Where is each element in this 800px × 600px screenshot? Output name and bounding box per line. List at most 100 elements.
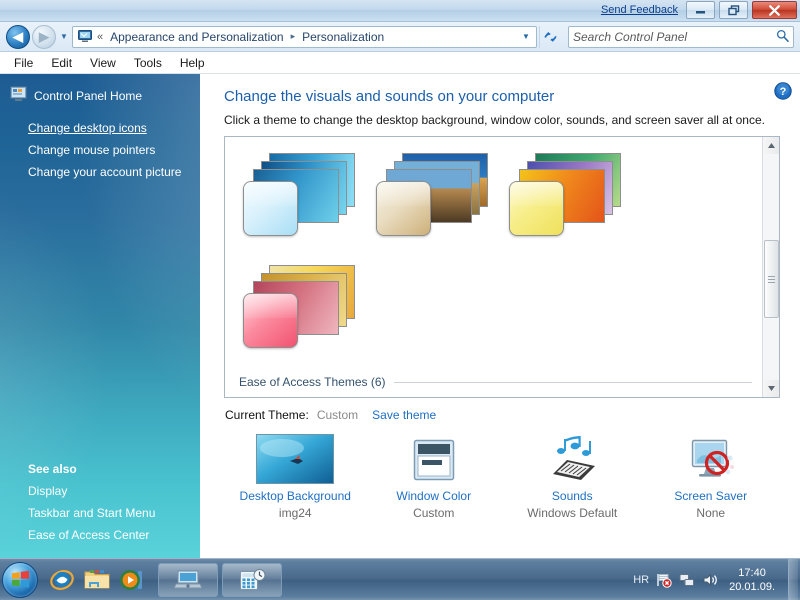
theme-list-panel: Ease of Access Themes (6) (224, 136, 780, 398)
theme-thumbnail (243, 151, 355, 239)
task-calculator[interactable] (222, 562, 282, 597)
desktop-background-icon (226, 432, 365, 484)
show-desktop-button[interactable] (788, 559, 798, 600)
setting-value: None (696, 506, 726, 520)
theme-item-ocean[interactable] (231, 143, 364, 255)
breadcrumb-separator-icon: ▸ (290, 31, 296, 41)
menu-item-tools[interactable]: Tools (126, 54, 170, 72)
title-bar: Send Feedback (0, 0, 800, 22)
start-button[interactable] (2, 561, 38, 598)
scroll-down-button[interactable] (763, 380, 779, 397)
setting-window-color[interactable]: Window Color Custom (365, 432, 504, 520)
theme-thumbnail (376, 151, 488, 239)
system-tray: HR 17:40 20.01.09. (633, 559, 800, 600)
scrollbar-track[interactable] (763, 154, 779, 380)
action-center-flag-icon[interactable] (656, 572, 672, 588)
help-icon[interactable]: ? (774, 82, 792, 100)
theme-window-preview (376, 181, 431, 236)
media-player-icon[interactable] (116, 564, 148, 596)
breadcrumb-appearance-and-personalization[interactable]: Appearance and Personalization (107, 29, 286, 45)
clock[interactable]: 17:40 20.01.09. (725, 566, 779, 594)
scrollbar-thumb[interactable] (764, 240, 779, 318)
setting-label[interactable]: Window Color (365, 489, 504, 503)
windows-explorer-icon[interactable] (81, 564, 113, 596)
theme-item-nature[interactable] (231, 255, 364, 367)
theme-thumbnail (509, 151, 621, 239)
menu-item-edit[interactable]: Edit (43, 54, 80, 72)
sounds-icon (503, 432, 642, 484)
search-input[interactable] (573, 29, 776, 44)
control-panel-window: Send Feedback ◀ ▶ ▼ « Appearance and Per… (0, 0, 800, 558)
control-panel-monitor-icon (77, 30, 93, 44)
task-buttons (158, 562, 282, 597)
restore-button[interactable] (719, 1, 748, 19)
forward-button[interactable]: ▶ (32, 24, 56, 49)
theme-item-landscapes[interactable] (364, 143, 497, 255)
navigation-bar: ◀ ▶ ▼ « Appearance and Personalization ▸… (0, 22, 800, 52)
menu-item-file[interactable]: File (6, 54, 41, 72)
screen-saver-icon (642, 432, 781, 484)
clock-time: 17:40 (738, 566, 766, 579)
chevron-down-icon[interactable]: ▼ (518, 32, 534, 41)
scroll-up-button[interactable] (763, 137, 779, 154)
menu-item-help[interactable]: Help (172, 54, 213, 72)
setting-sounds[interactable]: Sounds Windows Default (503, 432, 642, 520)
search-box[interactable] (568, 25, 794, 48)
taskbar: HR 17:40 20.01.09. (0, 558, 800, 600)
setting-label[interactable]: Desktop Background (226, 489, 365, 503)
svg-text:?: ? (780, 86, 787, 98)
theme-window-preview (243, 181, 298, 236)
see-also-item-ease-of-access-center[interactable]: Ease of Access Center (0, 524, 200, 546)
see-also-item-taskbar-and-start-menu[interactable]: Taskbar and Start Menu (0, 502, 200, 524)
sidebar-item-control-panel-home[interactable]: Control Panel Home (0, 86, 200, 105)
back-button[interactable]: ◀ (6, 24, 30, 49)
theme-grid (231, 143, 758, 367)
divider (393, 381, 752, 383)
scrollbar-grip-icon (768, 274, 775, 285)
refresh-button[interactable] (539, 25, 561, 48)
internet-explorer-icon[interactable] (46, 564, 78, 596)
address-bar[interactable]: « Appearance and Personalization ▸ Perso… (72, 25, 537, 48)
current-theme-row: Current Theme: Custom Save theme (224, 408, 780, 422)
page-subtitle: Click a theme to change the desktop back… (224, 113, 765, 127)
sidebar-item-change-desktop-icons[interactable]: Change desktop icons (0, 117, 200, 139)
content-area: ? Change the visuals and sounds on your … (200, 74, 800, 558)
sidebar-item-change-mouse-pointers[interactable]: Change mouse pointers (0, 139, 200, 161)
theme-settings-row: Desktop Background img24 Window Color Cu… (224, 432, 780, 520)
task-personalization[interactable] (158, 562, 218, 597)
recent-pages-dropdown[interactable]: ▼ (58, 32, 70, 41)
quick-launch (46, 564, 148, 596)
theme-item-architecture[interactable] (497, 143, 630, 255)
breadcrumb-overflow-icon[interactable]: « (96, 31, 104, 43)
send-feedback-link[interactable]: Send Feedback (601, 4, 678, 16)
close-button[interactable] (752, 1, 797, 19)
setting-label[interactable]: Screen Saver (642, 489, 781, 503)
see-also-item-display[interactable]: Display (0, 480, 200, 502)
sidebar-item-change-your-account-picture[interactable]: Change your account picture (0, 161, 200, 183)
vertical-scrollbar[interactable] (762, 137, 779, 397)
theme-scroll-area: Ease of Access Themes (6) (225, 137, 762, 397)
minimize-button[interactable] (686, 1, 715, 19)
menu-item-view[interactable]: View (82, 54, 124, 72)
volume-icon[interactable] (702, 572, 718, 588)
network-icon[interactable] (679, 572, 695, 588)
window-body: Control Panel Home Change desktop icons … (0, 74, 800, 558)
setting-value: Custom (413, 506, 455, 520)
theme-window-preview (509, 181, 564, 236)
setting-value: Windows Default (527, 506, 618, 520)
see-also-title: See also (28, 462, 77, 476)
breadcrumb-personalization[interactable]: Personalization (299, 29, 387, 45)
current-theme-value: Custom (316, 408, 359, 422)
sidebar-item-label: Control Panel Home (34, 88, 143, 103)
save-theme-link[interactable]: Save theme (372, 408, 436, 422)
title-bar-controls: Send Feedback (601, 1, 797, 19)
setting-value: img24 (278, 506, 312, 520)
theme-thumbnail (243, 263, 355, 351)
setting-label[interactable]: Sounds (503, 489, 642, 503)
language-indicator[interactable]: HR (633, 574, 649, 586)
setting-desktop-background[interactable]: Desktop Background img24 (226, 432, 365, 520)
setting-screen-saver[interactable]: Screen Saver None (642, 432, 781, 520)
back-arrow-icon: ◀ (13, 29, 23, 44)
sidebar: Control Panel Home Change desktop icons … (0, 74, 200, 558)
theme-window-preview (243, 293, 298, 348)
